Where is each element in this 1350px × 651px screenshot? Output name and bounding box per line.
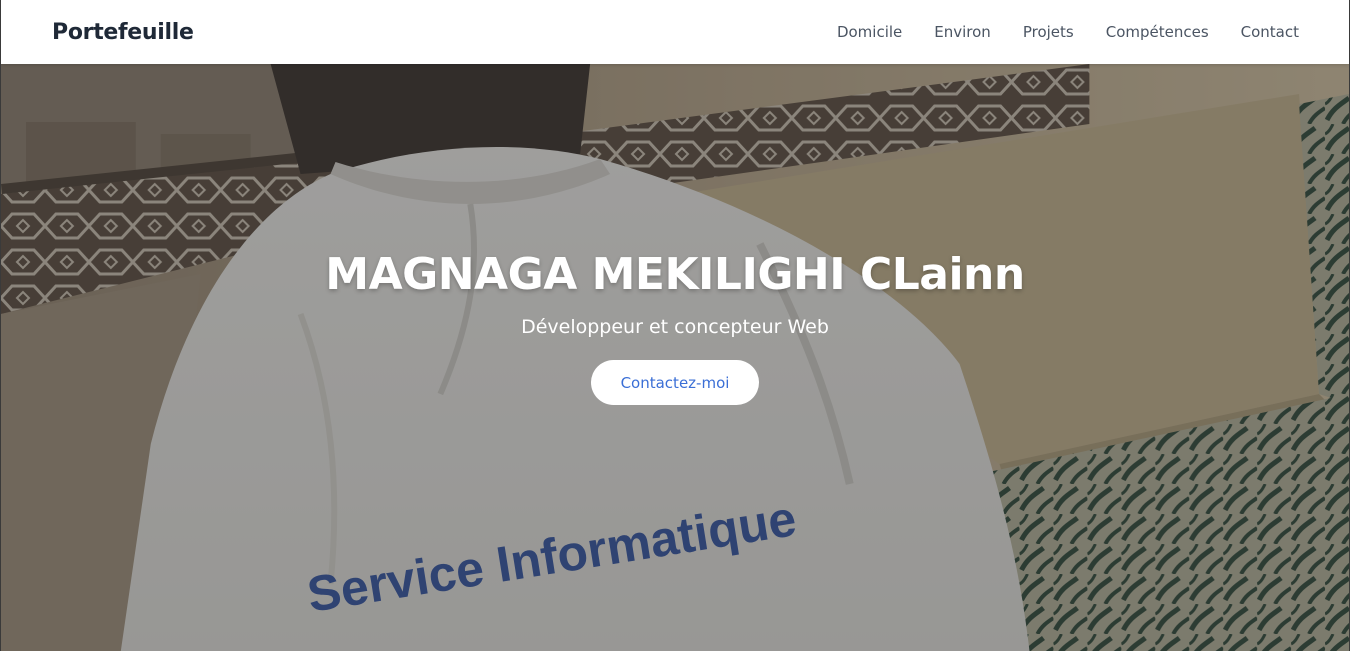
nav-menu: Domicile Environ Projets Compétences Con… — [837, 23, 1299, 42]
hero-content: MAGNAGA MEKILIGHI CLainn Développeur et … — [1, 64, 1349, 651]
brand-logo[interactable]: Portefeuille — [52, 20, 194, 45]
nav-link-environ[interactable]: Environ — [934, 23, 991, 41]
nav-link-competences[interactable]: Compétences — [1106, 23, 1209, 41]
hero-section: Service Informatique MAGNAGA MEKILIGHI C… — [1, 64, 1349, 651]
nav-link-domicile[interactable]: Domicile — [837, 23, 902, 41]
hero-title: MAGNAGA MEKILIGHI CLainn — [325, 249, 1025, 300]
nav-link-contact[interactable]: Contact — [1241, 23, 1299, 41]
top-navbar: Portefeuille Domicile Environ Projets Co… — [1, 0, 1349, 64]
nav-link-projets[interactable]: Projets — [1023, 23, 1074, 41]
page-frame: Portefeuille Domicile Environ Projets Co… — [0, 0, 1350, 651]
contact-me-button[interactable]: Contactez-moi — [591, 360, 759, 405]
hero-subtitle: Développeur et concepteur Web — [521, 316, 829, 338]
